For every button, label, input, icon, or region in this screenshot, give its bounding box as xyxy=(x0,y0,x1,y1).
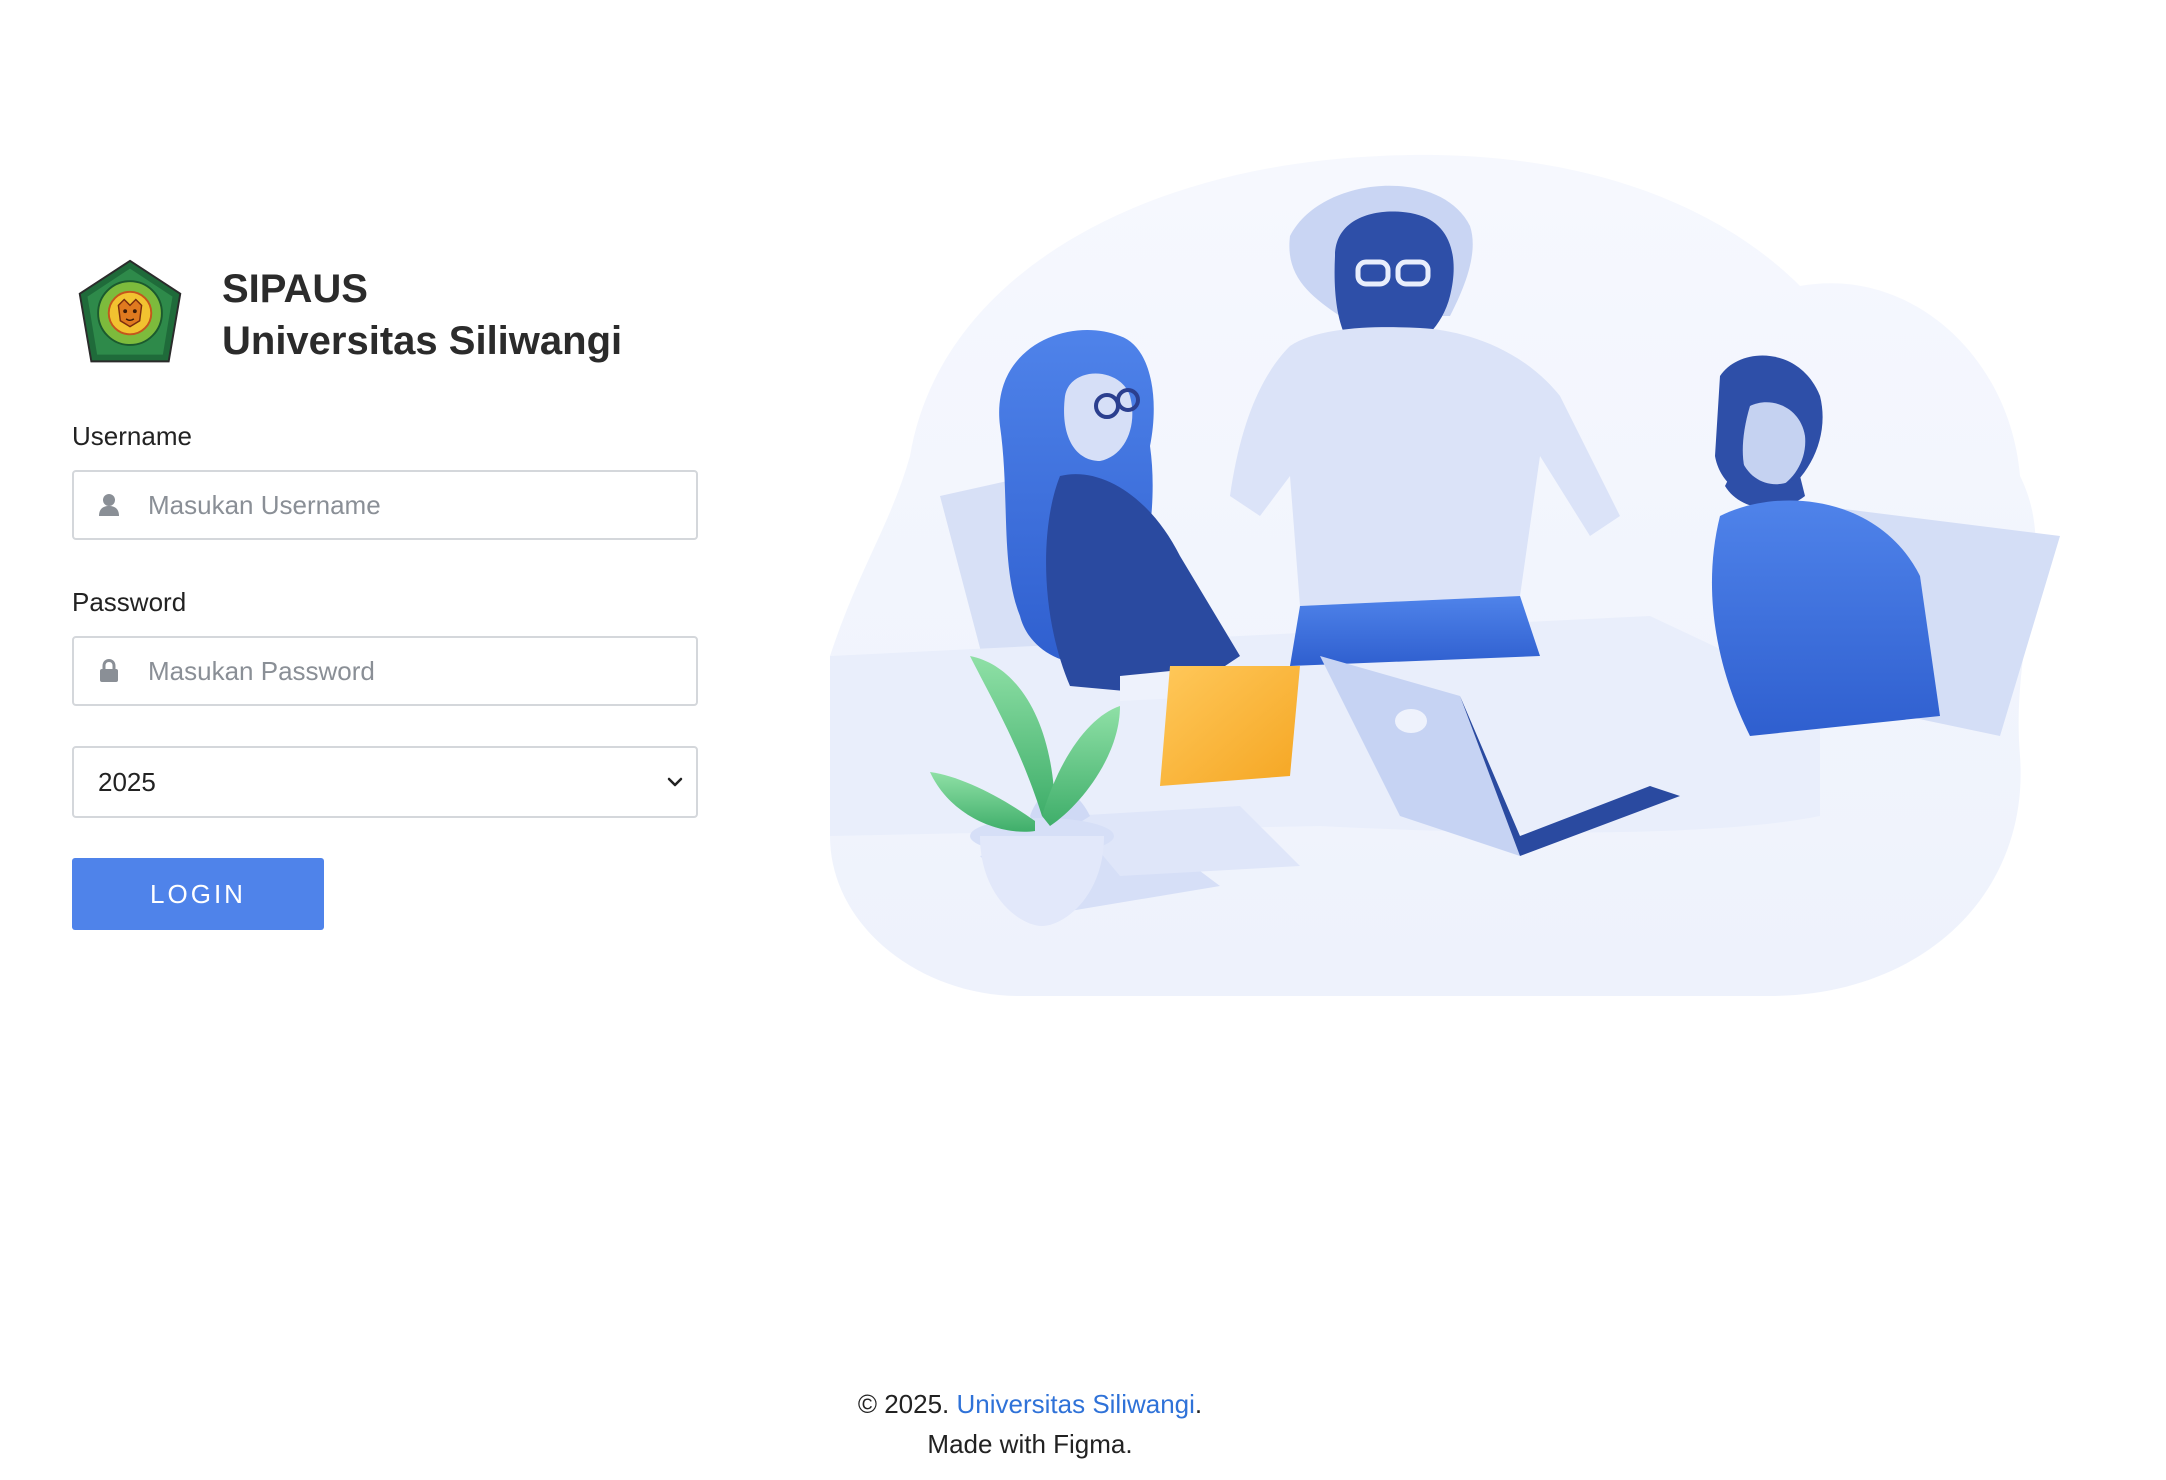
footer-suffix: . xyxy=(1194,1389,1203,1419)
app-name: SIPAUS xyxy=(222,267,368,311)
university-name: Universitas Siliwangi xyxy=(222,319,623,363)
username-input[interactable] xyxy=(74,472,696,538)
username-group: Username xyxy=(72,418,702,540)
footer-copyright: © 2025. Universitas Siliwangi. xyxy=(0,1384,2060,1424)
password-group: Password xyxy=(72,584,702,706)
university-seal-logo xyxy=(78,259,182,363)
team-meeting-illustration xyxy=(830,154,2060,996)
footer: © 2025. Universitas Siliwangi. Made with… xyxy=(0,1384,2060,1464)
chevron-down-icon xyxy=(667,777,683,787)
password-label: Password xyxy=(72,587,187,617)
footer-made-with: Made with Figma. xyxy=(927,1429,1133,1459)
login-panel: SIPAUS Universitas Siliwangi Username Pa… xyxy=(72,256,702,930)
login-page: SIPAUS Universitas Siliwangi Username Pa… xyxy=(0,0,2166,1480)
footer-university-link[interactable]: Universitas Siliwangi xyxy=(957,1389,1195,1419)
password-input[interactable] xyxy=(74,638,696,704)
year-select[interactable]: 2025 xyxy=(72,746,698,818)
username-label: Username xyxy=(72,421,192,451)
brand-text: SIPAUS Universitas Siliwangi xyxy=(222,263,622,367)
brand-header: SIPAUS Universitas Siliwangi xyxy=(72,256,702,374)
login-button[interactable]: LOGIN xyxy=(72,858,324,930)
password-field-wrapper[interactable] xyxy=(72,636,698,706)
year-select-value: 2025 xyxy=(98,766,156,797)
username-field-wrapper[interactable] xyxy=(72,470,698,540)
footer-prefix: © 2025. xyxy=(857,1389,957,1419)
